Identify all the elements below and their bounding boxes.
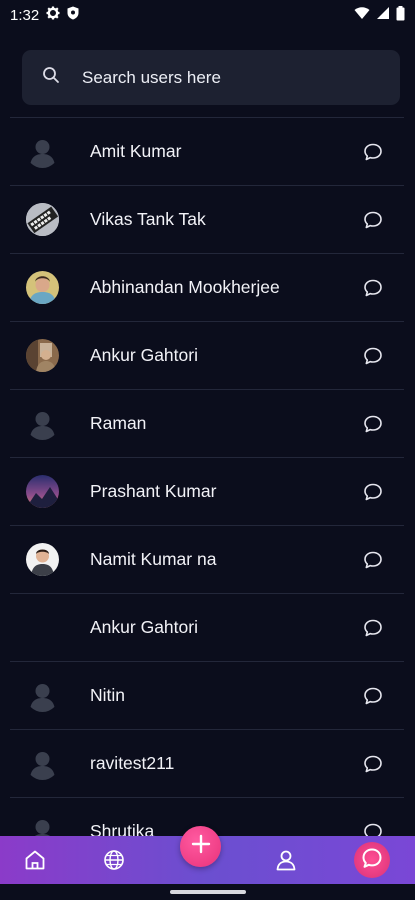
- globe-icon[interactable]: [90, 836, 138, 884]
- chat-bubble-icon[interactable]: [362, 345, 384, 367]
- chat-bubble-icon[interactable]: [362, 141, 384, 163]
- user-row[interactable]: Vikas Tank Tak: [10, 186, 404, 254]
- user-row[interactable]: ravitest211: [10, 730, 404, 798]
- settings-icon: [46, 6, 60, 24]
- user-row[interactable]: Amit Kumar: [10, 118, 404, 186]
- chat-tab-button[interactable]: [354, 842, 390, 878]
- user-photo-avatar: [26, 203, 59, 236]
- wifi-icon: [354, 6, 370, 24]
- user-name: Abhinandan Mookherjee: [90, 277, 280, 297]
- shield-icon: [67, 6, 79, 24]
- user-row[interactable]: Raman: [10, 390, 404, 458]
- status-time: 1:32: [10, 6, 40, 24]
- user-name: Vikas Tank Tak: [90, 209, 206, 229]
- chat-bubble-icon[interactable]: [362, 413, 384, 435]
- profile-icon[interactable]: [262, 836, 310, 884]
- user-name: Raman: [90, 413, 147, 433]
- default-avatar-icon: [26, 407, 59, 440]
- user-name: Amit Kumar: [90, 141, 182, 161]
- chat-bubble-icon[interactable]: [362, 209, 384, 231]
- user-name: Ankur Gahtori: [90, 617, 198, 637]
- chat-bubble-icon[interactable]: [362, 685, 384, 707]
- gesture-bar: [0, 884, 415, 900]
- home-icon[interactable]: [11, 836, 59, 884]
- user-name: Prashant Kumar: [90, 481, 217, 501]
- user-row[interactable]: Ankur Gahtori: [10, 594, 404, 662]
- chat-users-screen: 1:32 Search users here Amit Kumar Vikas …: [0, 0, 415, 900]
- chat-bubble-icon[interactable]: [362, 753, 384, 775]
- user-photo-avatar: [26, 271, 59, 304]
- add-icon: [191, 834, 211, 859]
- default-avatar-icon: [26, 679, 59, 712]
- search-icon: [42, 66, 60, 89]
- add-button[interactable]: [180, 826, 221, 867]
- user-photo-avatar: [26, 475, 59, 508]
- user-row[interactable]: Ankur Gahtori: [10, 322, 404, 390]
- user-row[interactable]: Abhinandan Mookherjee: [10, 254, 404, 322]
- user-name: ravitest211: [90, 753, 175, 773]
- chat-bubble-icon[interactable]: [362, 549, 384, 571]
- default-avatar-icon: [26, 747, 59, 780]
- search-input[interactable]: [80, 66, 374, 89]
- home-indicator[interactable]: [170, 890, 246, 894]
- user-row[interactable]: Nitin: [10, 662, 404, 730]
- user-name: Nitin: [90, 685, 126, 705]
- battery-icon: [396, 5, 405, 25]
- user-row[interactable]: Prashant Kumar: [10, 458, 404, 526]
- chat-bubble-icon[interactable]: [362, 481, 384, 503]
- search-bar[interactable]: [22, 50, 400, 105]
- chat-bubble-icon[interactable]: [362, 277, 384, 299]
- user-photo-avatar: [26, 543, 59, 576]
- user-name: Ankur Gahtori: [90, 345, 198, 365]
- chat-bubble-icon[interactable]: [362, 617, 384, 639]
- signal-icon: [376, 6, 390, 24]
- default-avatar-icon: [26, 135, 59, 168]
- user-photo-avatar: [26, 339, 59, 372]
- status-bar: 1:32: [0, 0, 415, 30]
- user-list: Amit Kumar Vikas Tank Tak Abhinandan Moo…: [10, 117, 404, 866]
- user-row[interactable]: Namit Kumar na: [10, 526, 404, 594]
- chat-icon: [361, 847, 383, 874]
- user-name: Namit Kumar na: [90, 549, 217, 569]
